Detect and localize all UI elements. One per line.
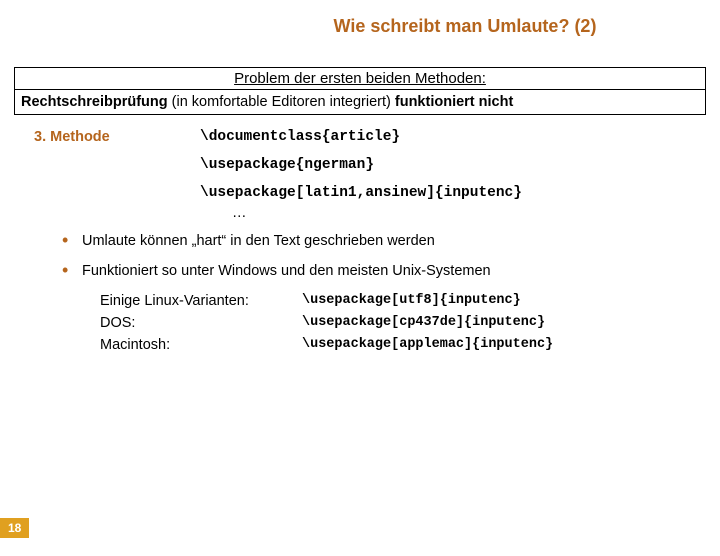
problem-heading: Problem der ersten beiden Methoden: <box>15 68 705 90</box>
os-label-linux: Einige Linux-Varianten: <box>100 293 302 309</box>
bullet-2: Funktioniert so unter Windows und den me… <box>62 263 720 279</box>
os-block: Einige Linux-Varianten: \usepackage[utf8… <box>100 293 720 353</box>
os-code-mac: \usepackage[applemac]{inputenc} <box>302 337 553 353</box>
problem-box: Problem der ersten beiden Methoden: Rech… <box>14 67 706 115</box>
problem-bold-1: Rechtschreibprüfung <box>21 94 168 110</box>
os-label-dos: DOS: <box>100 315 302 331</box>
code-line-2: \usepackage{ngerman} <box>200 157 720 173</box>
code-column: \documentclass{article} \usepackage{nger… <box>200 129 720 221</box>
bullet-list: Umlaute können „hart“ in den Text geschr… <box>62 233 720 279</box>
os-code-linux: \usepackage[utf8]{inputenc} <box>302 293 521 309</box>
code-ellipsis: … <box>232 205 720 221</box>
method-label: 3. Methode <box>0 129 200 221</box>
problem-bold-2: funktioniert nicht <box>395 94 513 110</box>
os-row-dos: DOS: \usepackage[cp437de]{inputenc} <box>100 315 720 331</box>
os-row-linux: Einige Linux-Varianten: \usepackage[utf8… <box>100 293 720 309</box>
bullet-1: Umlaute können „hart“ in den Text geschr… <box>62 233 720 249</box>
os-label-mac: Macintosh: <box>100 337 302 353</box>
page-number: 18 <box>0 518 29 538</box>
os-code-dos: \usepackage[cp437de]{inputenc} <box>302 315 545 331</box>
code-line-1: \documentclass{article} <box>200 129 720 145</box>
code-line-3: \usepackage[latin1,ansinew]{inputenc} <box>200 185 720 201</box>
slide-title: Wie schreibt man Umlaute? (2) <box>210 16 720 37</box>
method-row: 3. Methode \documentclass{article} \usep… <box>0 129 720 221</box>
os-row-mac: Macintosh: \usepackage[applemac]{inputen… <box>100 337 720 353</box>
problem-plain: (in komfortable Editoren integriert) <box>168 94 395 110</box>
problem-body: Rechtschreibprüfung (in komfortable Edit… <box>15 90 705 114</box>
